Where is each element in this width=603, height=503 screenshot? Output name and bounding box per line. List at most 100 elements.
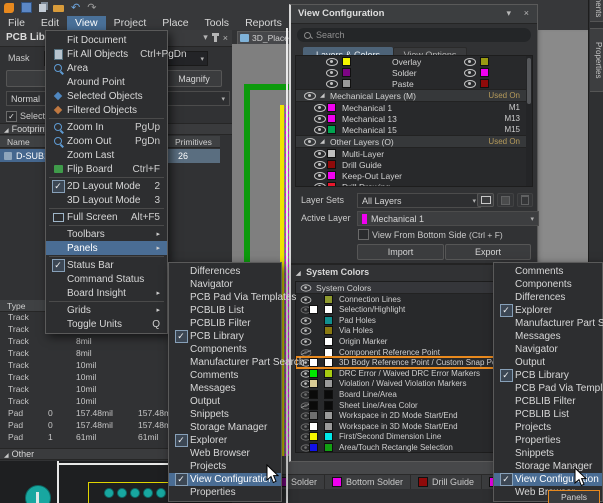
menu-item[interactable]: Manufacturer Part Search [494,317,602,330]
used-on-link[interactable]: Used On [488,91,520,100]
layer-color-swatch[interactable] [327,160,336,169]
color-swatch[interactable] [324,390,333,399]
menu-view[interactable]: View [67,16,106,30]
layer-color-swatch[interactable] [327,125,336,134]
visibility-eye-icon[interactable] [301,349,312,356]
color-swatch[interactable] [324,369,333,378]
menu-item-flip-board[interactable]: Flip BoardCtrl+F [46,162,167,176]
visibility-eye-icon[interactable] [464,69,476,77]
color-swatch[interactable] [324,358,333,367]
color-swatch[interactable] [324,379,333,388]
color-swatch[interactable] [309,422,318,431]
dock-splitter[interactable] [286,28,288,503]
color-swatch[interactable] [324,348,333,357]
menu-item[interactable]: ✓Explorer [494,304,602,317]
layer-color-swatch[interactable] [327,103,336,112]
color-swatch[interactable] [324,411,333,420]
menu-item-fit-document[interactable]: Fit Document [46,33,167,47]
menu-item-panels[interactable]: Panels▸ [46,241,167,255]
color-swatch[interactable] [309,411,318,420]
menu-item[interactable]: Properties [494,434,602,447]
menu-item-grids[interactable]: Grids▸ [46,303,167,317]
layer-color-swatch[interactable] [342,57,351,66]
color-swatch[interactable] [324,432,333,441]
menu-item-view-configuration[interactable]: ✓View Configuration [169,473,281,486]
visibility-eye-icon[interactable] [301,338,312,345]
visibility-eye-icon[interactable] [301,317,312,324]
menu-item[interactable]: Snippets [494,447,602,460]
menu-place[interactable]: Place [154,16,196,30]
menu-item-area[interactable]: Area [46,61,167,75]
menu-item-fit-all-objects[interactable]: Fit All ObjectsCtrl+PgDn [46,47,167,61]
menu-item-toolbars[interactable]: Toolbars▸ [46,227,167,241]
menu-file[interactable]: File [0,16,33,30]
panel-menu-icon[interactable]: ▾ [506,8,511,19]
visibility-eye-icon[interactable] [314,183,326,187]
visibility-eye-icon[interactable] [314,126,326,134]
close-icon[interactable]: × [524,8,529,18]
menu-item[interactable]: PCBLIB List [494,408,602,421]
visibility-eye-icon[interactable] [326,58,338,66]
menu-item[interactable]: Messages [494,330,602,343]
menu-item-command-status[interactable]: Command Status [46,272,167,286]
layer-color-swatch[interactable] [327,149,336,158]
save-icon[interactable] [21,2,32,13]
layer-tab[interactable]: Bottom Solder [325,475,411,490]
menu-item[interactable]: Navigator [169,278,281,291]
color-swatch[interactable] [309,390,318,399]
menu-edit[interactable]: Edit [33,16,67,30]
menu-item-selected-objects[interactable]: Selected Objects [46,89,167,103]
visibility-eye-icon[interactable] [314,150,326,158]
magnify-button[interactable]: Magnify [166,70,222,87]
menu-item[interactable]: Components [169,343,281,356]
visibility-eye-icon[interactable] [314,115,326,123]
menu-item[interactable]: Storage Manager [169,421,281,434]
color-swatch[interactable] [324,316,333,325]
visibility-eye-icon[interactable] [304,92,316,100]
menu-item[interactable]: PCBLIB Filter [494,395,602,408]
menu-item[interactable]: Comments [494,265,602,278]
open-folder-icon[interactable] [53,5,64,12]
layer-color-swatch[interactable] [342,68,351,77]
visibility-eye-icon[interactable] [314,104,326,112]
menu-item[interactable]: Comments [169,369,281,382]
menu-item-toggle-units[interactable]: Toggle UnitsQ [46,317,167,331]
menu-item-filtered-objects[interactable]: Filtered Objects [46,103,167,117]
menu-item-status-bar[interactable]: ✓Status Bar [46,258,167,272]
menu-item-zoom-in[interactable]: Zoom InPgUp [46,120,167,134]
color-swatch[interactable] [309,379,318,388]
pin-icon[interactable] [214,34,217,42]
layer-row[interactable]: Mechanical 15 M15 [296,124,532,135]
menu-item[interactable]: PCB Pad Via Templates [169,291,281,304]
visibility-eye-icon[interactable] [464,58,476,66]
menu-item[interactable]: Output [494,356,602,369]
color-swatch[interactable] [309,305,318,314]
menu-item[interactable]: ✓PCB Library [169,330,281,343]
menu-item[interactable]: ✓Explorer [169,434,281,447]
export-button[interactable]: Export [445,244,531,260]
menu-item[interactable]: PCB Pad Via Templates [494,382,602,395]
color-swatch[interactable] [309,432,318,441]
copy-icon[interactable] [39,4,46,12]
delete-layer-set-button[interactable] [517,193,533,207]
layer-pair-row[interactable]: Overlay [296,56,532,67]
menu-item[interactable]: Differences [494,291,602,304]
color-swatch[interactable] [309,358,318,367]
redo-icon[interactable]: ↷ [87,3,96,13]
layer-row[interactable]: Mechanical 13 M13 [296,113,532,124]
active-layer-select[interactable]: Mechanical 1▾ [357,211,539,226]
menu-item[interactable]: ✓PCB Library [494,369,602,382]
import-button[interactable]: Import [357,244,444,260]
layer-color-swatch[interactable] [327,114,336,123]
menu-item[interactable]: Differences [169,265,281,278]
visibility-eye-icon[interactable] [326,80,338,88]
layer-color-swatch[interactable] [327,182,336,187]
color-swatch[interactable] [324,401,333,410]
save-layer-set-button[interactable] [497,193,514,207]
menu-item[interactable]: Projects [169,460,281,473]
layer-color-swatch[interactable] [480,68,489,77]
menu-item-around-point[interactable]: Around Point [46,75,167,89]
select-checkbox[interactable]: ✓ [6,111,17,122]
search-input[interactable]: Search [297,28,531,42]
color-swatch[interactable] [309,401,318,410]
